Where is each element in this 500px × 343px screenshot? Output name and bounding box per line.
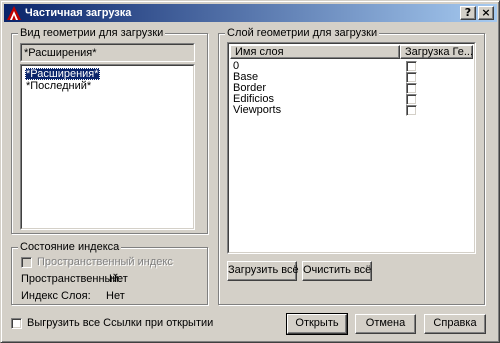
view-listbox[interactable]: *Расширения* *Последний* (20, 64, 195, 230)
help-title-button[interactable]: ? (460, 6, 476, 20)
unload-xrefs-checkbox[interactable] (11, 318, 22, 329)
cancel-button-label: Отмена (365, 317, 406, 329)
layer-listview[interactable]: Имя слоя Загрузка Ге... 0 Base Border Ed… (227, 42, 476, 254)
window-title: Частичная загрузка (25, 7, 132, 19)
spatial-index-checkbox[interactable] (21, 257, 32, 268)
spatial-index-row-label: Пространственный: (21, 273, 122, 285)
layer-load-checkbox[interactable] (406, 83, 417, 94)
spatial-index-checkbox-label: Пространственный индекс (37, 256, 173, 268)
partial-load-dialog: Частичная загрузка ? × Вид геометрии для… (0, 0, 500, 343)
view-current-value: *Расширения* (24, 47, 97, 59)
open-button-label: Открыть (295, 317, 339, 329)
help-button-label: Справка (433, 317, 477, 329)
layer-load-checkbox[interactable] (406, 105, 417, 116)
layer-load-checkbox[interactable] (406, 94, 417, 105)
view-list-item[interactable]: *Последний* (25, 80, 92, 92)
help-button[interactable]: Справка (424, 314, 486, 334)
clear-all-button-label: Очистить всё (303, 264, 372, 276)
spatial-index-row-value: Нет (109, 273, 128, 285)
view-current-field: *Расширения* (20, 43, 195, 62)
index-state-group-label: Состояние индекса (18, 241, 122, 254)
load-all-button[interactable]: Загрузить всё (227, 261, 299, 281)
autocad-app-icon (6, 5, 22, 21)
layer-index-row-label: Индекс Слоя: (21, 290, 91, 302)
cancel-button[interactable]: Отмена (355, 314, 416, 334)
column-header-load-geometry[interactable]: Загрузка Ге... (400, 45, 473, 59)
clear-all-button[interactable]: Очистить всё (302, 261, 372, 281)
close-button[interactable]: × (478, 6, 494, 20)
column-header-layer-name[interactable]: Имя слоя (230, 45, 400, 59)
open-button[interactable]: Открыть (286, 313, 348, 335)
layer-load-checkbox[interactable] (406, 72, 417, 83)
view-list-item[interactable]: *Расширения* (25, 68, 100, 80)
load-all-button-label: Загрузить всё (228, 264, 299, 276)
layer-index-row-value: Нет (106, 290, 125, 302)
unload-xrefs-label: Выгрузить все Ссылки при открытии (27, 317, 214, 329)
layer-geometry-group-label: Слой геометрии для загрузки (225, 27, 380, 40)
title-bar[interactable]: Частичная загрузка ? × (4, 4, 497, 22)
view-geometry-group-label: Вид геометрии для загрузки (18, 27, 166, 40)
layer-load-checkbox[interactable] (406, 61, 417, 72)
layer-name[interactable]: Viewports (233, 105, 281, 116)
